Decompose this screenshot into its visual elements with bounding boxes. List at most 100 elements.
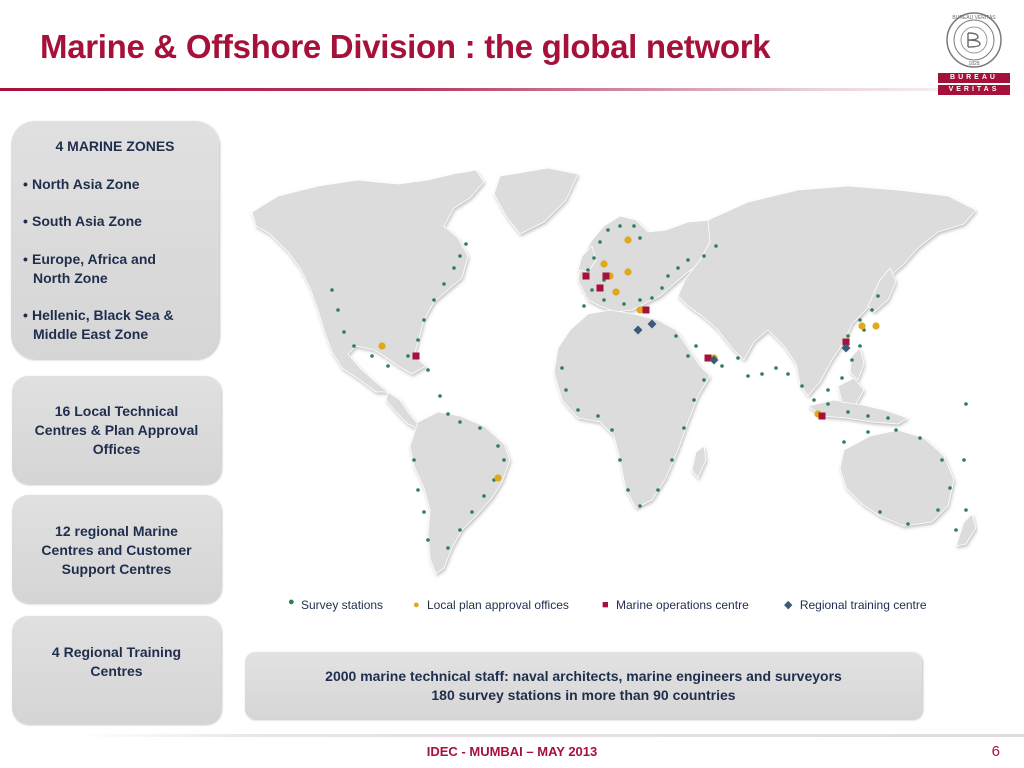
logo-band-bottom: VERITAS bbox=[938, 85, 1010, 95]
legend-training-centre: ◆ Regional training centre bbox=[784, 598, 927, 612]
philippines-shape bbox=[849, 347, 865, 381]
survey-station-marker bbox=[800, 384, 804, 388]
legend-survey-stations: ● Survey stations bbox=[288, 596, 383, 612]
staff-summary-line: 2000 marine technical staff: naval archi… bbox=[325, 668, 842, 684]
world-map bbox=[248, 160, 978, 580]
survey-station-marker bbox=[846, 334, 850, 338]
survey-station-marker bbox=[638, 298, 642, 302]
survey-station-marker bbox=[442, 282, 446, 286]
zone-label-continued: Middle East Zone bbox=[33, 326, 149, 342]
new-zealand-shape bbox=[955, 513, 977, 547]
survey-station-marker bbox=[416, 338, 420, 342]
survey-station-marker bbox=[422, 318, 426, 322]
survey-station-marker bbox=[638, 504, 642, 508]
survey-station-marker bbox=[412, 458, 416, 462]
zone-label: Europe, Africa and bbox=[32, 251, 156, 267]
survey-station-marker bbox=[592, 256, 596, 260]
plan-approval-office-marker bbox=[872, 322, 880, 330]
survey-station-marker bbox=[760, 372, 764, 376]
bullet-icon: • bbox=[23, 213, 28, 229]
north-america-shape bbox=[251, 169, 485, 393]
plan-approval-office-marker bbox=[494, 474, 502, 482]
small-dot-icon: ● bbox=[288, 596, 295, 608]
survey-station-marker bbox=[618, 224, 622, 228]
survey-station-marker bbox=[886, 416, 890, 420]
page-number: 6 bbox=[991, 743, 1000, 760]
zone-label: Hellenic, Black Sea & bbox=[32, 307, 174, 323]
survey-station-marker bbox=[632, 224, 636, 228]
survey-station-marker bbox=[842, 440, 846, 444]
box-text: 4 Regional Training Centres bbox=[20, 643, 213, 681]
greenland-shape bbox=[493, 167, 579, 235]
box-line: Centres & Plan Approval bbox=[34, 422, 199, 438]
marine-operations-marker bbox=[642, 306, 650, 314]
survey-station-marker bbox=[564, 388, 568, 392]
survey-station-marker bbox=[962, 458, 966, 462]
survey-station-marker bbox=[586, 268, 590, 272]
footer-text: IDEC - MUMBAI – MAY 2013 bbox=[426, 744, 598, 759]
marine-operations-marker bbox=[582, 272, 590, 280]
diamond-icon: ◆ bbox=[784, 599, 793, 611]
survey-station-marker bbox=[582, 304, 586, 308]
indonesia-shape bbox=[807, 399, 909, 425]
survey-station-marker bbox=[666, 274, 670, 278]
survey-station-marker bbox=[352, 344, 356, 348]
survey-station-marker bbox=[478, 426, 482, 430]
survey-station-marker bbox=[936, 508, 940, 512]
madagascar-shape bbox=[691, 445, 707, 479]
box-text: 12 regional Marine Centres and Customer … bbox=[20, 522, 213, 579]
survey-station-marker bbox=[858, 318, 862, 322]
survey-station-marker bbox=[458, 528, 462, 532]
box-line: Centres bbox=[90, 663, 143, 679]
bullet-icon: • bbox=[23, 307, 28, 323]
survey-station-marker bbox=[426, 368, 430, 372]
svg-text:BUREAU VERITAS: BUREAU VERITAS bbox=[952, 15, 996, 21]
survey-station-marker bbox=[682, 426, 686, 430]
survey-station-marker bbox=[964, 402, 968, 406]
survey-station-marker bbox=[406, 354, 410, 358]
survey-station-marker bbox=[826, 388, 830, 392]
survey-station-marker bbox=[840, 376, 844, 380]
plan-approval-office-marker bbox=[858, 322, 866, 330]
bullet-icon: • bbox=[23, 251, 28, 267]
legend-marine-operations: ■ Marine operations centre bbox=[602, 598, 749, 612]
zone-label-continued: North Zone bbox=[33, 270, 108, 286]
survey-station-marker bbox=[598, 240, 602, 244]
staff-summary-box: 2000 marine technical staff: naval archi… bbox=[245, 652, 922, 719]
marine-zones-panel: 4 MARINE ZONES • North Asia Zone • South A… bbox=[11, 121, 219, 359]
box-line: Offices bbox=[92, 441, 141, 457]
box-text: 16 Local Technical Centres & Plan Approv… bbox=[20, 402, 213, 459]
box-line: 12 regional Marine bbox=[55, 523, 178, 539]
survey-station-marker bbox=[370, 354, 374, 358]
survey-station-marker bbox=[596, 414, 600, 418]
survey-station-marker bbox=[330, 288, 334, 292]
survey-station-marker bbox=[622, 302, 626, 306]
survey-station-marker bbox=[786, 372, 790, 376]
page-title: Marine & Offshore Division : the global … bbox=[40, 28, 771, 65]
marine-operations-marker bbox=[596, 284, 604, 292]
australia-shape bbox=[839, 429, 955, 527]
survey-station-marker bbox=[826, 402, 830, 406]
bullet-icon: • bbox=[23, 176, 28, 192]
regional-training-centres-box: 4 Regional Training Centres bbox=[12, 616, 221, 724]
survey-station-marker bbox=[458, 420, 462, 424]
zone-label: North Asia Zone bbox=[32, 176, 140, 192]
survey-station-marker bbox=[452, 266, 456, 270]
survey-station-marker bbox=[638, 236, 642, 240]
survey-station-marker bbox=[702, 254, 706, 258]
seal-icon: BUREAU VERITAS 1828 bbox=[946, 12, 1002, 68]
survey-station-marker bbox=[692, 398, 696, 402]
survey-station-marker bbox=[948, 486, 952, 490]
zone-label: South Asia Zone bbox=[32, 213, 142, 229]
survey-station-marker bbox=[446, 412, 450, 416]
survey-station-marker bbox=[674, 334, 678, 338]
footer-divider bbox=[76, 734, 1024, 737]
borneo-shape bbox=[837, 377, 865, 405]
survey-station-marker bbox=[846, 410, 850, 414]
zone-item-south-asia: • South Asia Zone bbox=[23, 212, 213, 231]
survey-station-marker bbox=[502, 458, 506, 462]
survey-station-marker bbox=[878, 510, 882, 514]
stations-summary-line: 180 survey stations in more than 90 coun… bbox=[431, 687, 736, 703]
survey-station-marker bbox=[686, 258, 690, 262]
survey-station-marker bbox=[650, 296, 654, 300]
